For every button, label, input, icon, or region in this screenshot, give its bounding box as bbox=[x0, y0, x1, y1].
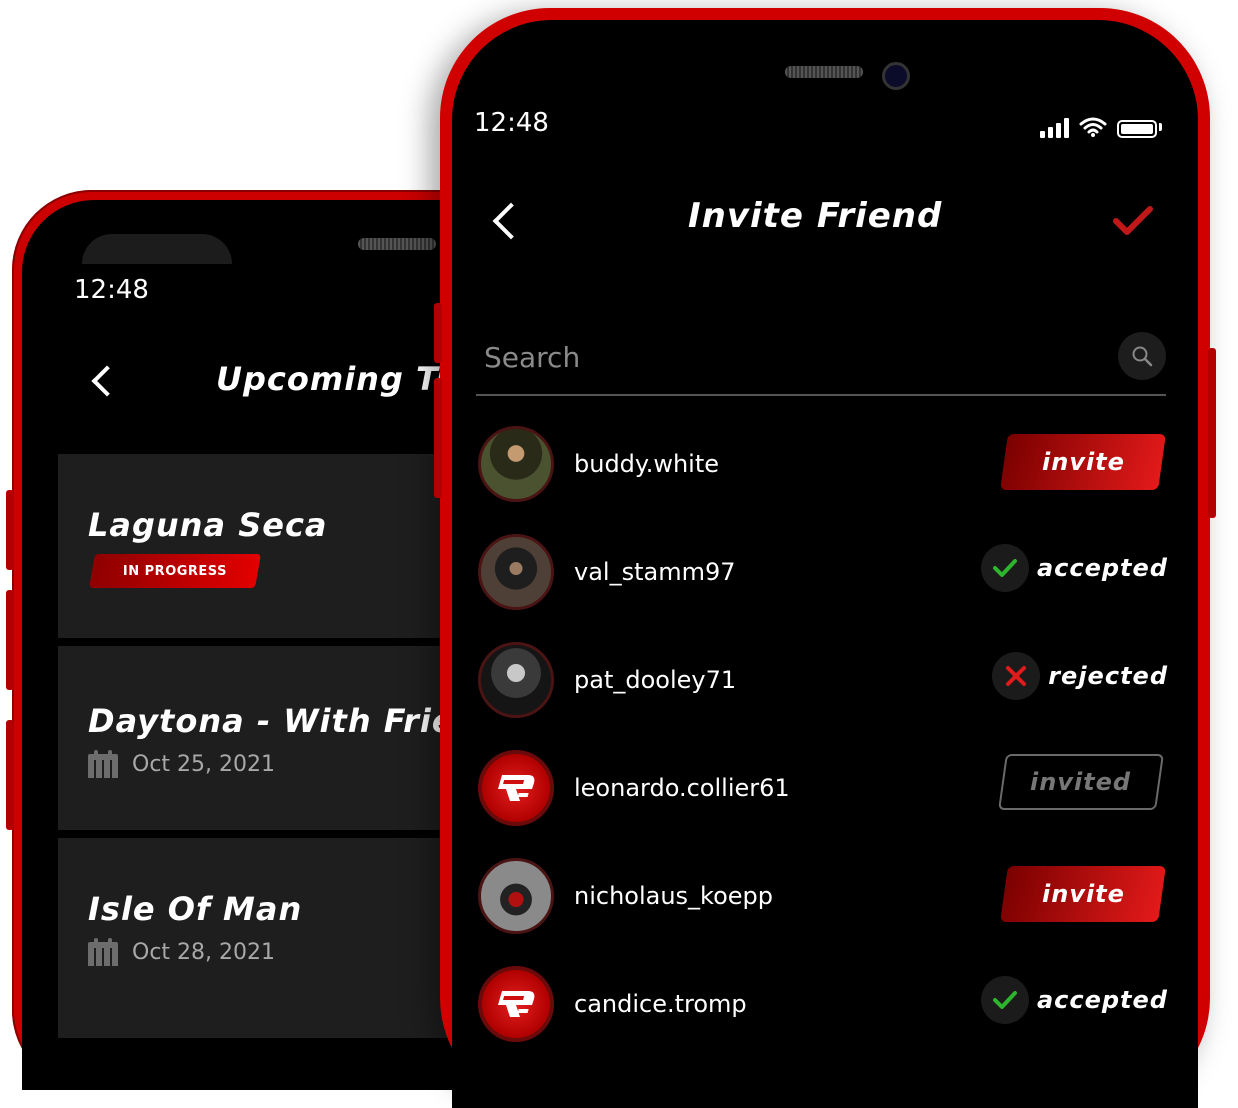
track-date-label: Oct 28, 2021 bbox=[132, 939, 275, 965]
speaker-grille bbox=[358, 238, 436, 250]
invite-button-label: invite bbox=[1041, 880, 1125, 908]
page-title: Invite Friend bbox=[688, 196, 943, 236]
back-icon[interactable] bbox=[492, 202, 530, 240]
status-badge: IN PROGRESS bbox=[89, 554, 261, 588]
status-accepted: accepted bbox=[980, 544, 1168, 592]
front-phone-screen: 12:48 Invite Friend Search buddy.white i… bbox=[452, 20, 1198, 1108]
status-time: 12:48 bbox=[474, 108, 549, 138]
list-item: pat_dooley71 rejected bbox=[478, 642, 1168, 724]
front-phone-frame: 12:48 Invite Friend Search buddy.white i… bbox=[434, 8, 1216, 1108]
track-name: Isle Of Man bbox=[88, 890, 303, 928]
username: buddy.white bbox=[574, 450, 720, 478]
username: nicholaus_koepp bbox=[574, 882, 774, 910]
invite-button-label: invite bbox=[1041, 448, 1125, 476]
list-item: leonardo.collier61 invited bbox=[478, 750, 1168, 832]
invite-button[interactable]: invite bbox=[1000, 434, 1166, 490]
avatar bbox=[478, 858, 554, 934]
list-item: val_stamm97 accepted bbox=[478, 534, 1168, 616]
track-date-label: Oct 25, 2021 bbox=[132, 751, 275, 777]
username: pat_dooley71 bbox=[574, 666, 737, 694]
calendar-icon bbox=[88, 938, 118, 966]
list-item: nicholaus_koepp invite bbox=[478, 858, 1168, 940]
list-item: buddy.white invite bbox=[478, 426, 1168, 508]
avatar bbox=[478, 534, 554, 610]
side-button bbox=[434, 378, 442, 498]
username: candice.tromp bbox=[574, 990, 747, 1018]
avatar bbox=[478, 426, 554, 502]
status-time: 12:48 bbox=[74, 275, 149, 305]
invited-button-label: invited bbox=[1030, 768, 1132, 796]
side-button bbox=[6, 720, 14, 830]
list-item: candice.tromp accepted bbox=[478, 966, 1168, 1048]
track-date: Oct 28, 2021 bbox=[88, 938, 275, 966]
username: leonardo.collier61 bbox=[574, 774, 790, 802]
invite-button[interactable]: invite bbox=[1000, 866, 1166, 922]
calendar-icon bbox=[88, 750, 118, 778]
avatar-logo-icon bbox=[478, 750, 554, 826]
confirm-check-icon[interactable] bbox=[1112, 205, 1154, 241]
track-date: Oct 25, 2021 bbox=[88, 750, 275, 778]
side-button bbox=[6, 590, 14, 690]
avatar bbox=[478, 642, 554, 718]
check-icon bbox=[980, 976, 1029, 1024]
check-icon bbox=[980, 544, 1029, 592]
search-input[interactable] bbox=[482, 334, 1086, 380]
track-name: Daytona - With Frien bbox=[88, 702, 479, 740]
back-icon[interactable] bbox=[91, 365, 123, 397]
search-icon bbox=[1132, 346, 1153, 367]
side-button bbox=[6, 490, 14, 570]
speaker-grille bbox=[785, 66, 863, 78]
search-button[interactable] bbox=[1118, 332, 1166, 380]
invited-button: invited bbox=[998, 754, 1164, 810]
camera-icon bbox=[882, 62, 910, 90]
username: val_stamm97 bbox=[574, 558, 736, 586]
side-button bbox=[434, 303, 442, 363]
status-label: rejected bbox=[1048, 662, 1168, 690]
wifi-icon bbox=[1079, 116, 1107, 138]
search-bar bbox=[476, 320, 1166, 396]
status-label: accepted bbox=[1036, 554, 1168, 582]
signal-icon bbox=[1040, 118, 1069, 138]
status-badge-label: IN PROGRESS bbox=[122, 563, 228, 579]
status-accepted: accepted bbox=[980, 976, 1168, 1024]
status-rejected: rejected bbox=[992, 652, 1168, 700]
close-icon bbox=[992, 652, 1041, 700]
track-name: Laguna Seca bbox=[88, 506, 328, 544]
battery-icon bbox=[1117, 120, 1157, 138]
side-button bbox=[1208, 348, 1216, 518]
notch bbox=[82, 234, 232, 264]
status-icons bbox=[1040, 116, 1162, 138]
avatar-logo-icon bbox=[478, 966, 554, 1042]
